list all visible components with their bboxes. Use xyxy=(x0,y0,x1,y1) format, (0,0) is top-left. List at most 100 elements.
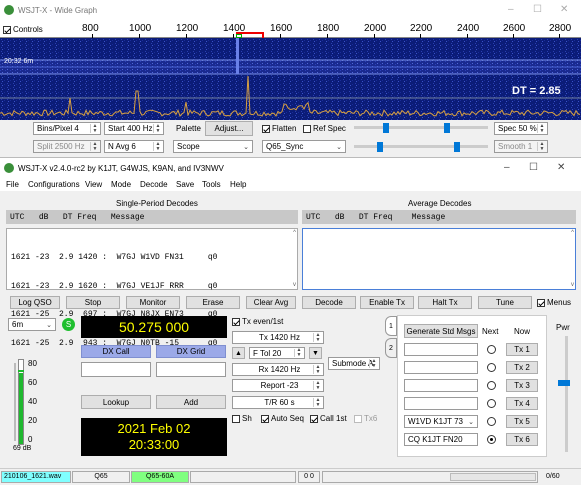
close-icon[interactable]: ✕ xyxy=(557,162,565,173)
gain2-slider-handle[interactable] xyxy=(377,142,383,152)
submode-spinbox[interactable]: Submode A ▲ ▼ xyxy=(328,357,380,370)
menu-mode[interactable]: Mode xyxy=(111,180,131,189)
menu-save[interactable]: Save xyxy=(176,180,194,189)
tx2-button[interactable]: Tx 2 xyxy=(506,361,538,374)
add-button[interactable]: Add xyxy=(156,395,226,409)
monitor-button[interactable]: Monitor xyxy=(126,296,180,309)
band-combo[interactable]: 6m ⌄ xyxy=(8,318,56,331)
split-spinbox[interactable]: Split 2500 Hz ▲ ▼ xyxy=(33,140,101,153)
sh-checkbox[interactable]: Sh xyxy=(232,414,252,423)
waterfall-time-label: 20:32 6m xyxy=(4,58,34,65)
close-icon[interactable]: ✕ xyxy=(560,4,568,15)
rx-freq-spinbox[interactable]: Rx 1420 Hz ▲ ▼ xyxy=(232,363,324,376)
smooth-spinbox[interactable]: Smooth 1 ▲ ▼ xyxy=(494,140,548,153)
tx-to-rx-icon[interactable]: ▲ xyxy=(232,347,245,359)
tx6-button[interactable]: Tx 6 xyxy=(506,433,538,446)
generate-std-msgs-button[interactable]: Generate Std Msgs xyxy=(404,324,478,338)
next-radio[interactable] xyxy=(487,435,496,444)
menu-decode[interactable]: Decode xyxy=(140,180,168,189)
rig-status-icon[interactable]: S xyxy=(62,318,75,331)
log-qso-button[interactable]: Log QSO xyxy=(10,296,60,309)
maximize-icon[interactable]: ☐ xyxy=(529,162,538,173)
tx-message-input[interactable] xyxy=(404,361,478,374)
average-decode-list[interactable]: ^ v xyxy=(302,228,576,290)
tx-message-input[interactable] xyxy=(404,397,478,410)
adjust-button[interactable]: Adjust... xyxy=(205,121,253,136)
menus-checkbox[interactable]: Menus xyxy=(537,298,571,307)
bins-per-pixel-spinbox[interactable]: Bins/Pixel 4 ▲ ▼ xyxy=(33,122,101,135)
dial-frequency-display[interactable]: 50.275 000 xyxy=(81,316,227,338)
waterfall-display[interactable]: 20:32 6m DT = 2.85 xyxy=(0,38,581,120)
flatten-checkbox[interactable]: Flatten xyxy=(262,124,296,133)
single-period-title: Single-Period Decodes xyxy=(116,199,198,208)
tab-2[interactable]: 2 xyxy=(385,338,397,358)
q65-sync-combo[interactable]: Q65_Sync ⌄ xyxy=(262,140,346,153)
average-decodes-title: Average Decodes xyxy=(408,199,472,208)
scope-combo[interactable]: Scope ⌄ xyxy=(173,140,253,153)
tune-button[interactable]: Tune xyxy=(478,296,532,309)
controls-checkbox[interactable]: Controls xyxy=(3,25,43,34)
lookup-button[interactable]: Lookup xyxy=(81,395,151,409)
tx-message-input[interactable] xyxy=(404,379,478,392)
tx-message-input[interactable]: W1VD K1JT 73 ⌄ xyxy=(404,415,478,428)
frequency-ruler[interactable]: Controls 800 1000 1200 1400 1600 1800 2000 2200… xyxy=(0,20,581,38)
decode-row[interactable]: 1621 -23 2.9 1420 : W7GJ W1VD FN31 q0 xyxy=(11,253,217,263)
scroll-up-icon[interactable]: ^ xyxy=(571,230,574,236)
menu-view[interactable]: View xyxy=(85,180,102,189)
tx6-checkbox[interactable]: Tx6 xyxy=(354,414,377,423)
scroll-down-icon[interactable]: v xyxy=(571,282,574,288)
next-radio[interactable] xyxy=(487,399,496,408)
menu-file[interactable]: File xyxy=(6,180,19,189)
meter-db-label: 69 dB xyxy=(13,445,32,452)
single-decode-list[interactable]: 1621 -23 2.9 1420 : W7GJ W1VD FN31 q0 16… xyxy=(6,228,298,348)
gain-slider-handle[interactable] xyxy=(383,123,389,133)
dx-grid-input[interactable] xyxy=(156,362,226,377)
tx4-button[interactable]: Tx 4 xyxy=(506,397,538,410)
ftol-spinbox[interactable]: F Tol 20 ▲ ▼ xyxy=(249,347,305,359)
zero2-slider-handle[interactable] xyxy=(454,142,460,152)
maximize-icon[interactable]: ☐ xyxy=(533,4,542,15)
tx1-button[interactable]: Tx 1 xyxy=(506,343,538,356)
tx3-button[interactable]: Tx 3 xyxy=(506,379,538,392)
clear-avg-button[interactable]: Clear Avg xyxy=(246,296,296,309)
report-spinbox[interactable]: Report -23 ▲ ▼ xyxy=(232,379,324,392)
ref-spec-checkbox[interactable]: Ref Spec xyxy=(303,124,346,133)
spec-spinbox[interactable]: Spec 50 % ▲ ▼ xyxy=(494,122,548,135)
navg-spinbox[interactable]: N Avg 6 ▲ ▼ xyxy=(104,140,164,153)
next-radio[interactable] xyxy=(487,363,496,372)
waterfall-canvas xyxy=(0,38,581,120)
next-radio[interactable] xyxy=(487,381,496,390)
decode-row[interactable]: 1621 -23 2.9 1620 : W7GJ VE1JF RRR q0 xyxy=(11,282,217,292)
power-slider[interactable] xyxy=(565,336,568,452)
minimize-icon[interactable]: – xyxy=(508,4,514,15)
erase-button[interactable]: Erase xyxy=(186,296,240,309)
decode-button[interactable]: Decode xyxy=(302,296,356,309)
rx-to-tx-icon[interactable]: ▼ xyxy=(309,347,322,359)
minimize-icon[interactable]: – xyxy=(504,162,510,173)
tx-message-input[interactable]: CQ K1JT FN20 xyxy=(404,433,478,446)
menu-tools[interactable]: Tools xyxy=(202,180,221,189)
call-1st-checkbox[interactable]: Call 1st xyxy=(310,414,347,423)
menu-configurations[interactable]: Configurations xyxy=(28,180,80,189)
tx-even-checkbox[interactable]: Tx even/1st xyxy=(232,317,283,326)
dx-call-input[interactable] xyxy=(81,362,151,377)
auto-seq-checkbox[interactable]: Auto Seq xyxy=(261,414,304,423)
scroll-up-icon[interactable]: ^ xyxy=(293,230,296,236)
zero-slider[interactable] xyxy=(354,145,488,148)
gain-slider[interactable] xyxy=(354,126,488,129)
tr-period-spinbox[interactable]: T/R 60 s ▲ ▼ xyxy=(232,396,324,409)
zero-slider-handle[interactable] xyxy=(444,123,450,133)
enable-tx-button[interactable]: Enable Tx xyxy=(360,296,414,309)
tx-freq-spinbox[interactable]: Tx 1420 Hz ▲ ▼ xyxy=(232,331,324,344)
next-radio[interactable] xyxy=(487,345,496,354)
power-slider-handle[interactable] xyxy=(558,380,570,386)
scroll-down-icon[interactable]: v xyxy=(293,282,296,288)
start-freq-spinbox[interactable]: Start 400 Hz ▲ ▼ xyxy=(104,122,164,135)
stop-button[interactable]: Stop xyxy=(66,296,120,309)
tx-message-input[interactable] xyxy=(404,343,478,356)
next-radio[interactable] xyxy=(487,417,496,426)
menu-help[interactable]: Help xyxy=(230,180,246,189)
tx5-button[interactable]: Tx 5 xyxy=(506,415,538,428)
halt-tx-button[interactable]: Halt Tx xyxy=(418,296,472,309)
tab-1[interactable]: 1 xyxy=(385,316,397,336)
